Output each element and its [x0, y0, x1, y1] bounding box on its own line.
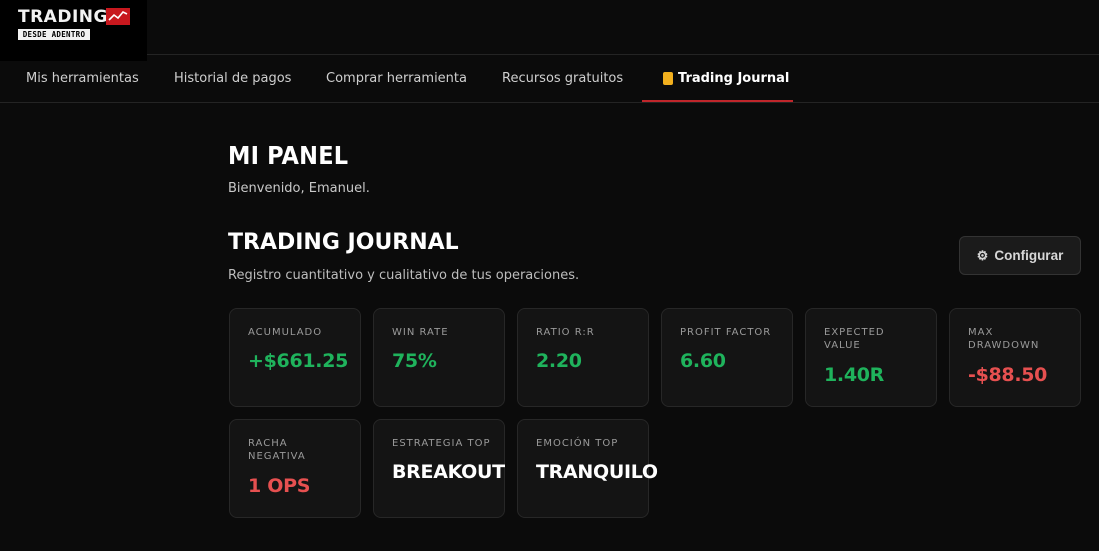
stat-value: 1.40R [824, 364, 885, 386]
brand-logo[interactable]: TRADING DESDE ADENTRO [0, 0, 147, 61]
configure-button[interactable]: ⚙ Configurar [959, 236, 1081, 275]
tab-historial-de-pagos[interactable]: Historial de pagos [174, 55, 291, 102]
stat-label: RATIO R:R [536, 327, 595, 338]
journal-title: TRADING JOURNAL [228, 230, 459, 255]
stat-label: EMOCIÓN TOP [536, 438, 619, 449]
stat-label: EXPECTED VALUE [824, 327, 885, 351]
gear-icon: ⚙ [976, 248, 989, 263]
main-nav: Mis herramientas Historial de pagos Comp… [0, 55, 1099, 103]
stat-value: TRANQUILO [536, 461, 658, 483]
tab-trading-journal[interactable]: Trading Journal [678, 55, 789, 102]
stat-card-ratio-rr: RATIO R:R 2.20 [517, 308, 649, 407]
tab-comprar-herramienta[interactable]: Comprar herramienta [326, 55, 467, 102]
stat-label: WIN RATE [392, 327, 449, 338]
chart-logo-icon [106, 8, 130, 25]
journal-icon [663, 72, 673, 85]
stat-card-win-rate: WIN RATE 75% [373, 308, 505, 407]
stat-value: 6.60 [680, 350, 726, 372]
stat-card-acumulado: ACUMULADO +$661.25 [229, 308, 361, 407]
stat-card-profit-factor: PROFIT FACTOR 6.60 [661, 308, 793, 407]
stat-card-racha-negativa: RACHA NEGATIVA 1 OPS [229, 419, 361, 518]
stat-label: RACHA NEGATIVA [248, 438, 306, 462]
tab-mis-herramientas[interactable]: Mis herramientas [26, 55, 139, 102]
welcome-text: Bienvenido, Emanuel. [228, 181, 370, 196]
configure-label: Configurar [994, 248, 1064, 263]
stat-card-max-drawdown: MAX DRAWDOWN -$88.50 [949, 308, 1081, 407]
journal-subtitle: Registro cuantitativo y cualitativo de t… [228, 268, 580, 283]
brand-tagline: DESDE ADENTRO [18, 29, 90, 40]
stat-card-emocion-top: EMOCIÓN TOP TRANQUILO [517, 419, 658, 518]
stat-value: +$661.25 [248, 350, 349, 372]
next-section-heading-cropped [228, 543, 308, 551]
stat-label: MAX DRAWDOWN [968, 327, 1040, 351]
stat-value: -$88.50 [968, 364, 1048, 386]
active-tab-indicator [642, 100, 793, 102]
stat-card-expected-value: EXPECTED VALUE 1.40R [805, 308, 937, 407]
tab-recursos-gratuitos[interactable]: Recursos gratuitos [502, 55, 623, 102]
stat-label: ACUMULADO [248, 327, 323, 338]
stat-value: BREAKOUT [392, 461, 505, 483]
page-title: MI PANEL [228, 141, 349, 170]
stat-value: 75% [392, 350, 437, 372]
stat-label: ESTRATEGIA TOP [392, 438, 491, 449]
stat-value: 2.20 [536, 350, 582, 372]
top-bar: TRADING DESDE ADENTRO [0, 0, 1099, 61]
stat-card-estrategia-top: ESTRATEGIA TOP BREAKOUT [373, 419, 505, 518]
brand-name: TRADING [18, 7, 108, 27]
stat-value: 1 OPS [248, 475, 311, 497]
stat-label: PROFIT FACTOR [680, 327, 772, 338]
